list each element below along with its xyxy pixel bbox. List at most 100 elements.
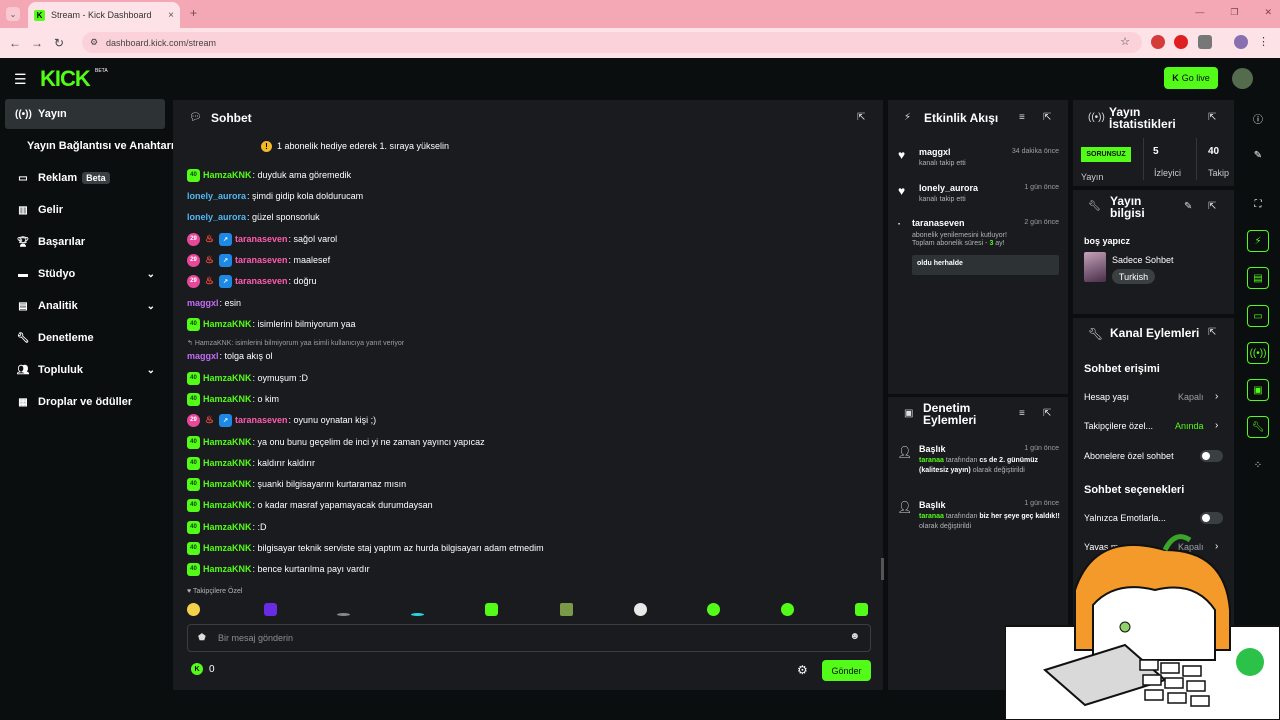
edit-pencil-icon[interactable]: ✎ [1247,144,1269,166]
chat-username[interactable]: HamzaKNK [203,564,252,574]
url-field[interactable]: ⚙ dashboard.kick.com/stream ☆ [82,32,1142,53]
chat-username[interactable]: HamzaKNK [203,437,252,447]
chat-username[interactable]: HamzaKNK [203,394,252,404]
new-tab-icon[interactable]: + [190,6,197,20]
reload-icon[interactable]: ↻ [48,36,70,50]
subs-only-toggle[interactable] [1200,450,1223,462]
sidebar-item-gelir[interactable]: ▥ Gelir [5,195,165,225]
activity-user[interactable]: maggxl [919,147,966,157]
popout-icon[interactable]: ⇱ [1043,408,1051,419]
chat-username[interactable]: HamzaKNK [203,543,252,553]
info-icon[interactable]: ⓘ [1247,107,1269,129]
minimize-icon[interactable]: — [1195,7,1204,18]
moderation-icon[interactable]: ▣ [1247,379,1269,401]
emote-icon[interactable] [634,603,647,616]
moderation-actor[interactable]: taranaa [919,457,944,464]
chat-username[interactable]: HamzaKNK [203,500,252,510]
activity-event[interactable]: lonely_aurora kanalı takip etti [919,183,978,203]
account-age-value[interactable]: Kapalı [1178,392,1204,402]
chat-message[interactable]: 29 ♨ ↗ taranaseven: maalesef [187,252,330,268]
chat-message[interactable]: 40 HamzaKNK: şuanki bilgisayarını kurtara… [187,476,406,492]
chat-message[interactable]: 40 HamzaKNK: isimlerini bilmiyorum yaa [187,316,356,332]
chat-username[interactable]: HamzaKNK [203,458,252,468]
chat-message[interactable]: 40 HamzaKNK: ya onu bunu geçelim de inci … [187,434,485,450]
account-age-label[interactable]: Hesap yaşı [1084,392,1129,402]
wrench-icon[interactable]: 🔧︎ [1247,416,1269,438]
site-info-icon[interactable]: ⚙ [90,37,98,48]
browser-menu-icon[interactable]: ⋮ [1258,35,1272,49]
emoji-picker-icon[interactable]: ☻ [849,631,860,642]
chat-message[interactable]: 40 HamzaKNK: bilgisayar teknik serviste s… [187,540,544,556]
kick-points[interactable]: K 0 [191,663,215,675]
pinned-message[interactable]: ! 1 abonelik hediye ederek 1. sıraya yük… [0,136,710,156]
chevron-right-icon[interactable]: › [1215,420,1218,431]
filter-icon[interactable]: ≡ [1019,112,1025,123]
chat-username[interactable]: taranaseven [235,415,288,425]
more-icon[interactable]: ⁘ [1247,454,1269,476]
emote-icon[interactable] [855,603,868,616]
popout-icon[interactable]: ⇱ [1208,327,1216,338]
stats-icon[interactable]: ▤ [1247,267,1269,289]
tab-search-icon[interactable]: ⌄ [6,7,20,21]
sidebar-item-yayin[interactable]: ((•)) Yayın [5,99,165,129]
chat-message[interactable]: lonely_aurora: güzel sponsorluk [187,209,320,225]
category-thumbnail[interactable] [1084,252,1106,282]
chat-username[interactable]: HamzaKNK [203,522,252,532]
chat-username[interactable]: taranaseven [235,255,288,265]
chat-username[interactable]: lonely_aurora [187,212,246,222]
close-window-icon[interactable]: ✕ [1264,7,1272,18]
language-tag[interactable]: Turkish [1112,269,1155,284]
kick-logo[interactable]: KICK [40,66,91,92]
hamburger-menu-icon[interactable]: ☰ [14,71,27,88]
emote-icon[interactable] [781,603,794,616]
chat-input[interactable]: ⬟ Bir mesaj gönderin ☻ [187,624,871,652]
tab-close-icon[interactable]: × [168,10,174,21]
chat-username[interactable]: HamzaKNK [203,479,252,489]
chat-scrollbar[interactable] [881,558,884,580]
popout-icon[interactable]: ⇱ [1208,201,1216,212]
emote-icon[interactable] [264,603,277,616]
emote-icon[interactable] [337,613,350,616]
moderation-actor[interactable]: taranaa [919,513,944,520]
send-button[interactable]: Gönder [822,660,871,681]
emote-icon[interactable] [707,603,720,616]
sidebar-item-denetleme[interactable]: 🔧︎ Denetleme [5,323,165,353]
chat-message[interactable]: 40 HamzaKNK: bence kurtarılma payı vardır [187,561,370,577]
edit-pencil-icon[interactable]: ✎ [1184,201,1192,212]
maximize-icon[interactable]: ❐ [1230,7,1238,18]
chat-username[interactable]: maggxl [187,351,219,361]
chat-message[interactable]: lonely_aurora: şimdi gidip kola dolduruc… [187,188,363,204]
chat-message[interactable]: 40 HamzaKNK: oymuşum :D [187,370,308,386]
emote-icon[interactable] [485,603,498,616]
user-avatar[interactable] [1232,68,1253,89]
chat-message[interactable]: maggxl: esin [187,295,241,311]
sidebar-item-droplar[interactable]: ▦ Droplar ve ödüller [5,387,165,417]
category-name[interactable]: Sadece Sohbet [1112,255,1174,265]
activity-user[interactable]: lonely_aurora [919,183,978,193]
broadcast-icon[interactable]: ((•)) [1247,342,1269,364]
emote-icon[interactable] [187,603,200,616]
chat-username[interactable]: HamzaKNK [203,373,252,383]
chat-settings-gear-icon[interactable]: ⚙ [797,663,808,677]
chat-message[interactable]: 40 HamzaKNK: duyduk ama göremedik [187,167,351,183]
activity-event[interactable]: maggxl kanalı takip etti [919,147,966,167]
extension-stop-icon[interactable] [1174,35,1188,49]
filter-icon[interactable]: ≡ [1019,408,1025,419]
emotes-only-toggle[interactable] [1200,512,1223,524]
extension-red-icon[interactable] [1151,35,1165,49]
sidebar-item-basarilar[interactable]: 🏆︎ Başarılar [5,227,165,257]
sidebar-item-reklam[interactable]: ▭ Reklam Beta [5,163,165,193]
popout-icon[interactable]: ⇱ [1043,112,1051,123]
emote-icon[interactable] [560,603,573,616]
browser-tab[interactable]: K Stream - Kick Dashboard × [28,2,180,28]
extensions-puzzle-icon[interactable] [1198,35,1212,49]
focus-icon[interactable]: ⛶ [1247,193,1269,215]
popout-icon[interactable]: ⇱ [857,112,865,123]
lightning-icon[interactable]: ⚡︎ [1247,230,1269,252]
sidebar-item-studyo[interactable]: ▬ Stüdyo ⌄ [5,259,165,289]
back-icon[interactable]: ← [4,36,26,50]
popout-icon[interactable]: ⇱ [1208,112,1216,123]
bookmark-star-icon[interactable]: ☆ [1120,35,1130,48]
sidebar-item-analitik[interactable]: ▤ Analitik ⌄ [5,291,165,321]
chat-username[interactable]: taranaseven [235,234,288,244]
